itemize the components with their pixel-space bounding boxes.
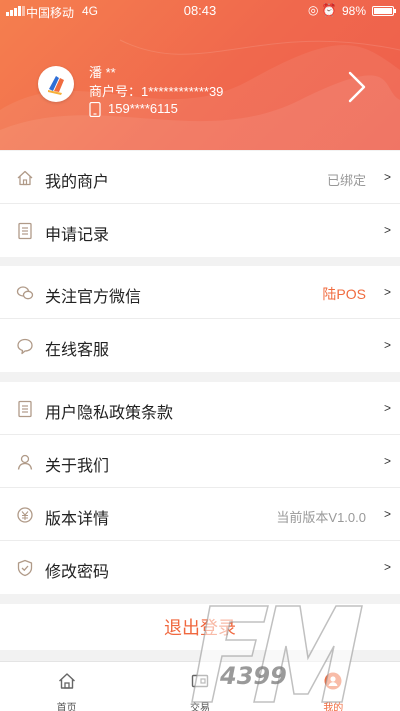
tab-label: 首页 — [56, 703, 77, 711]
menu-group-merchant: 我的商户 已绑定 > 申请记录 > — [0, 151, 400, 257]
battery-percent: 98% — [342, 4, 367, 18]
menu-item-version-details[interactable]: 版本详情 当前版本V1.0.0 > — [0, 488, 400, 541]
home-icon — [58, 673, 75, 689]
menu-item-label: 版本详情 — [45, 511, 110, 528]
chevron-right-icon: > — [383, 507, 391, 521]
shield-icon — [17, 559, 33, 577]
menu-item-my-merchant[interactable]: 我的商户 已绑定 > — [0, 151, 400, 204]
menu-item-label: 在线客服 — [45, 342, 110, 359]
chevron-right-icon: > — [383, 285, 391, 299]
chevron-right-icon: > — [383, 560, 391, 574]
menu-group-service: 关注官方微信 陆POS > 在线客服 > — [0, 266, 400, 372]
battery-icon — [372, 6, 396, 16]
home-icon — [17, 170, 33, 186]
wallet-icon — [191, 674, 209, 688]
profile-icon — [324, 672, 342, 690]
current-version: 当前版本V1.0.0 — [276, 510, 366, 525]
menu-item-label: 修改密码 — [45, 564, 110, 581]
wechat-account-name: 陆POS — [322, 286, 366, 302]
wechat-icon — [16, 286, 34, 300]
tab-label: 我的 — [323, 703, 344, 711]
logout-button[interactable]: 退出登录 — [0, 604, 400, 650]
chevron-right-icon: > — [383, 454, 391, 468]
menu-group-about: 用户隐私政策条款 > 关于我们 > 版本详情 当前版本V1.0.0 > 修改密码… — [0, 382, 400, 594]
menu-item-privacy-policy[interactable]: 用户隐私政策条款 > — [0, 382, 400, 435]
person-icon — [17, 454, 33, 470]
tab-mine[interactable]: 我的 — [267, 662, 400, 711]
profile-chevron-right-icon[interactable] — [346, 70, 368, 104]
merchant-number: 商户号：1************39 — [89, 84, 224, 99]
menu-item-label: 我的商户 — [45, 174, 110, 191]
profile-header: 中国移动 4G 08:43 ◎ ⏰ 98% 潘 ** 商户号：1********… — [0, 0, 400, 150]
version-icon — [17, 507, 33, 523]
status-bar: 中国移动 4G 08:43 ◎ ⏰ 98% — [0, 0, 400, 22]
menu-item-application-records[interactable]: 申请记录 > — [0, 204, 400, 257]
menu-item-online-support[interactable]: 在线客服 > — [0, 319, 400, 372]
menu-item-label: 关注官方微信 — [45, 289, 142, 306]
chevron-right-icon: > — [383, 401, 391, 415]
tab-transactions[interactable]: 交易 — [133, 662, 266, 711]
logo-icon — [48, 76, 64, 95]
phone-icon — [89, 102, 101, 117]
document-icon — [18, 222, 32, 240]
alarm-icon: ◎ ⏰ — [308, 3, 337, 17]
menu-item-follow-wechat[interactable]: 关注官方微信 陆POS > — [0, 266, 400, 319]
bottom-tab-bar: 首页 交易 我的 — [0, 661, 400, 711]
tab-label: 交易 — [189, 703, 210, 711]
document-icon — [18, 400, 32, 418]
phone-number: 159****6115 — [108, 101, 178, 116]
user-name: 潘 ** — [89, 65, 116, 80]
menu-item-label: 关于我们 — [45, 458, 110, 475]
menu-item-change-password[interactable]: 修改密码 > — [0, 541, 400, 594]
menu-item-label: 申请记录 — [45, 227, 110, 244]
tab-home[interactable]: 首页 — [0, 662, 133, 711]
chevron-right-icon: > — [383, 170, 391, 184]
merchant-bind-status: 已绑定 — [326, 173, 366, 188]
chevron-right-icon: > — [383, 223, 391, 237]
menu-item-label: 用户隐私政策条款 — [45, 405, 174, 422]
chat-bubble-icon — [17, 338, 33, 355]
clock: 08:43 — [183, 3, 217, 18]
merchant-logo — [38, 66, 74, 102]
chevron-right-icon: > — [383, 338, 391, 352]
menu-item-about-us[interactable]: 关于我们 > — [0, 435, 400, 488]
